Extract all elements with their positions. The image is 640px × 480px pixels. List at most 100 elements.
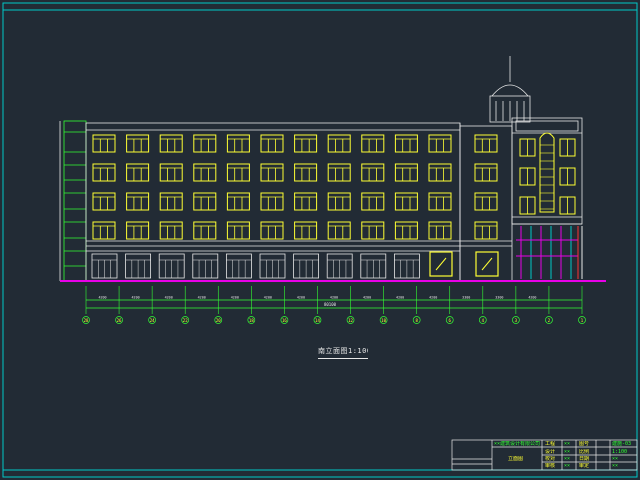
window bbox=[361, 134, 385, 153]
window bbox=[260, 192, 284, 211]
window bbox=[193, 134, 217, 153]
entrance-curtain-wall bbox=[516, 226, 583, 279]
axis-label: 1 bbox=[581, 318, 584, 323]
window bbox=[519, 167, 536, 186]
title-block-label-5: 校对 bbox=[545, 456, 556, 462]
title-block-drawing-name: 立面图 bbox=[508, 456, 524, 462]
axis-marker: 28 bbox=[82, 316, 90, 324]
window bbox=[126, 221, 150, 240]
shop-front bbox=[326, 253, 353, 279]
shop-front bbox=[158, 253, 185, 279]
axis-marker: 3 bbox=[512, 316, 520, 324]
axis-label: 16 bbox=[282, 318, 287, 323]
window bbox=[159, 134, 183, 153]
window bbox=[474, 192, 498, 211]
window bbox=[126, 134, 150, 153]
axis-marker: 6 bbox=[445, 316, 454, 324]
axis-marker: 4 bbox=[478, 316, 487, 324]
shop-front bbox=[91, 253, 118, 279]
window bbox=[226, 163, 250, 182]
window bbox=[294, 163, 318, 182]
axis-marker: 16 bbox=[280, 316, 289, 324]
axis-marker: 20 bbox=[214, 316, 223, 324]
title-block-value-6: ×× bbox=[612, 456, 619, 462]
window bbox=[294, 134, 318, 153]
window bbox=[294, 221, 318, 240]
axis-marker: 8 bbox=[412, 316, 421, 324]
window bbox=[327, 134, 351, 153]
axis-label: 24 bbox=[150, 318, 155, 323]
main-building-outline bbox=[85, 122, 513, 282]
elevation-drawing: 80100 28 26 24 22 20 18 16 14 12 10 8 6 4 3 2 1 4200 4200… bbox=[2, 2, 638, 478]
axis-marker: 10 bbox=[379, 316, 388, 324]
window bbox=[159, 163, 183, 182]
window bbox=[327, 221, 351, 240]
shop-front bbox=[225, 253, 252, 279]
window bbox=[159, 221, 183, 240]
axis-marker: 22 bbox=[181, 316, 190, 324]
axis-label: 26 bbox=[117, 318, 122, 323]
window bbox=[474, 221, 498, 240]
axis-label: 28 bbox=[84, 318, 89, 323]
dimension-label: 4200 bbox=[429, 296, 437, 300]
dimension-lines bbox=[85, 286, 583, 314]
axis-label: 14 bbox=[315, 318, 320, 323]
window bbox=[126, 192, 150, 211]
window bbox=[226, 192, 250, 211]
axis-label: 10 bbox=[381, 318, 386, 323]
dimension-label: 4200 bbox=[231, 296, 239, 300]
axis-label: 20 bbox=[216, 318, 221, 323]
window bbox=[394, 134, 418, 153]
title-block-value-1: ×× bbox=[564, 441, 571, 447]
window bbox=[193, 192, 217, 211]
drawing-caption: 南立面图1:100 bbox=[318, 346, 368, 359]
window bbox=[260, 134, 284, 153]
title-block-value-3: ×× bbox=[564, 449, 571, 455]
right-wing bbox=[489, 56, 583, 225]
window bbox=[559, 167, 576, 186]
axis-label: 12 bbox=[348, 318, 353, 323]
window bbox=[327, 192, 351, 211]
window bbox=[361, 163, 385, 182]
axis-label: 18 bbox=[249, 318, 254, 323]
axis-marker: 2 bbox=[545, 316, 553, 324]
shop-front bbox=[125, 253, 151, 279]
dimension-label: 4200 bbox=[132, 296, 140, 300]
axis-marker: 18 bbox=[247, 316, 256, 324]
title-block-company: ××建筑设计有限公司 bbox=[494, 441, 541, 447]
window bbox=[226, 134, 250, 153]
window bbox=[126, 163, 150, 182]
window bbox=[428, 221, 452, 240]
axis-marker: 1 bbox=[578, 316, 586, 324]
window bbox=[474, 163, 498, 182]
title-block-value-8: ×× bbox=[612, 463, 619, 469]
axis-marker: 24 bbox=[148, 316, 156, 324]
axis-label: 22 bbox=[183, 318, 188, 323]
dimension-label: 3300 bbox=[495, 296, 503, 300]
window bbox=[559, 196, 576, 215]
left-stair-tower bbox=[59, 120, 87, 282]
title-block-label-4: 比例 bbox=[579, 449, 590, 455]
window bbox=[394, 163, 418, 182]
title-block-value-4: 1:100 bbox=[612, 449, 628, 455]
axis-label: 8 bbox=[415, 318, 418, 323]
window bbox=[92, 163, 116, 182]
title-block-value-5: ×× bbox=[564, 456, 571, 462]
window bbox=[474, 134, 498, 153]
window bbox=[260, 163, 284, 182]
window bbox=[226, 221, 250, 240]
entrance-panel bbox=[429, 251, 453, 277]
axis-marker: 14 bbox=[313, 316, 322, 324]
window-grid bbox=[91, 132, 576, 279]
window bbox=[428, 192, 452, 211]
window bbox=[159, 192, 183, 211]
dimension-label: 4200 bbox=[165, 296, 173, 300]
dimension-label: 4200 bbox=[198, 296, 206, 300]
window bbox=[193, 163, 217, 182]
dimension-label: 4200 bbox=[528, 296, 536, 300]
axis-label: 6 bbox=[449, 318, 452, 323]
shop-front bbox=[192, 253, 219, 279]
shop-front bbox=[360, 253, 387, 279]
window bbox=[193, 221, 217, 240]
window bbox=[559, 138, 576, 157]
